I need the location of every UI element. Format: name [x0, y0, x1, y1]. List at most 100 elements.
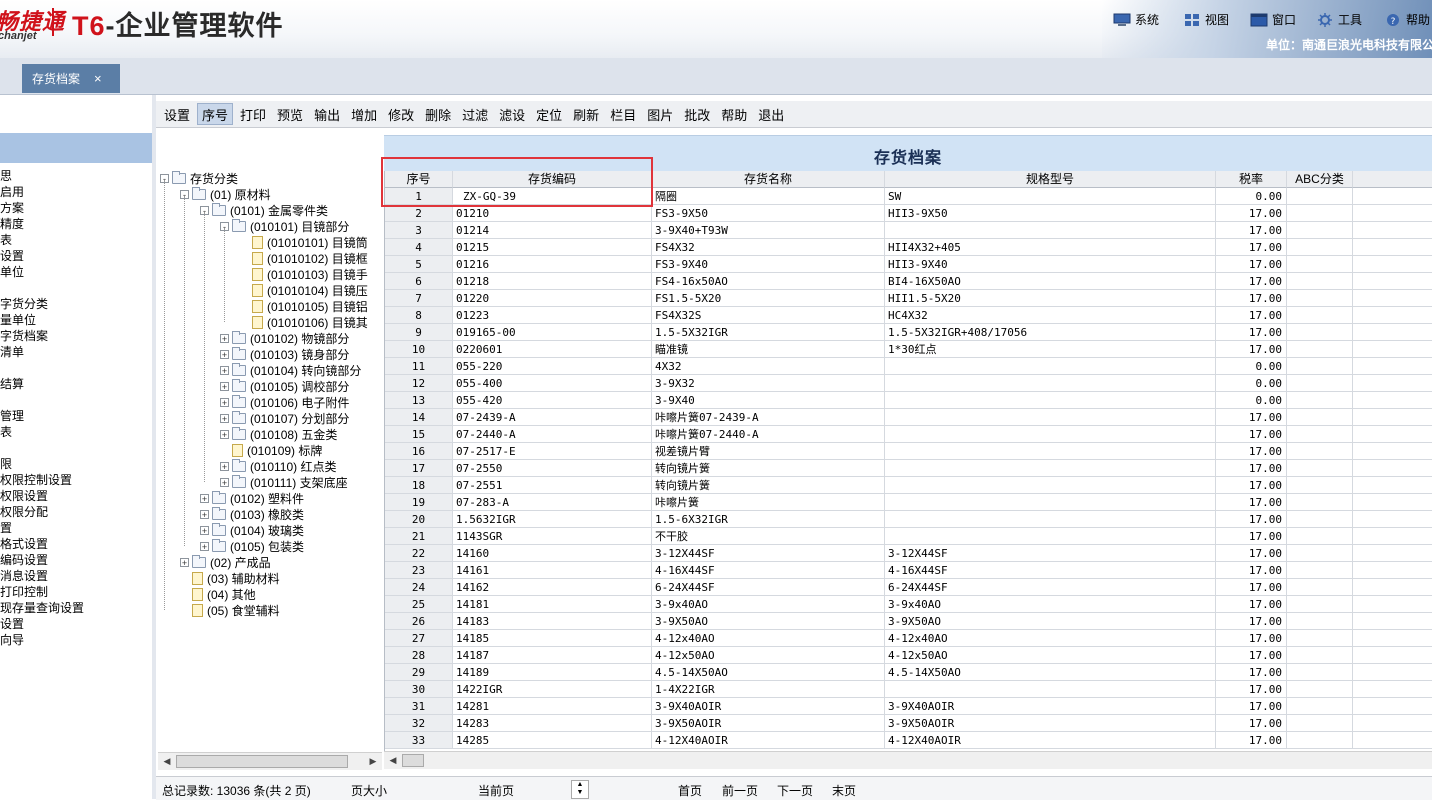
tree-node[interactable]: + (0104) 玻璃类	[200, 522, 304, 538]
table-row[interactable]: 31 14281 3-9X40AOIR 3-9X40AOIR 17.00	[385, 698, 1432, 715]
tree-node[interactable]: (01010104) 目镜压	[240, 282, 368, 298]
column-header[interactable]: 规格型号	[885, 171, 1216, 188]
toolbar-button[interactable]: 过滤	[458, 103, 492, 125]
table-row[interactable]: 10 0220601 瞄准镜 1*30红点 17.00	[385, 341, 1432, 358]
tree-node[interactable]: (04) 其他	[180, 586, 256, 602]
tree-node[interactable]: + (010105) 调校部分	[220, 378, 349, 394]
nav-item[interactable]: 结算	[0, 375, 24, 392]
table-row[interactable]: 25 14181 3-9x40AO 3-9x40AO 17.00	[385, 596, 1432, 613]
nav-item[interactable]: 消息设置	[0, 567, 48, 584]
menu-window[interactable]: 窗口	[1250, 11, 1296, 28]
expand-icon[interactable]: +	[220, 349, 229, 359]
nav-item[interactable]: 打印控制	[0, 583, 48, 600]
nav-item[interactable]: 设置	[0, 615, 24, 632]
menu-view[interactable]: 视图	[1183, 11, 1229, 28]
menu-help[interactable]: ? 帮助	[1384, 11, 1430, 28]
table-row[interactable]: 21 1143SGR 不干胶 17.00	[385, 528, 1432, 545]
tree-node[interactable]: (05) 食堂辅料	[180, 602, 280, 618]
nav-item[interactable]: 字货档案	[0, 327, 48, 344]
tree-node[interactable]: + (010111) 支架底座	[220, 474, 348, 490]
expand-icon[interactable]: +	[220, 381, 229, 391]
table-row[interactable]: 15 07-2440-A 咔嚓片簧07-2440-A 17.00	[385, 426, 1432, 443]
nav-item[interactable]: 限	[0, 455, 12, 472]
prev-page-button[interactable]: 前一页	[722, 782, 758, 799]
table-row[interactable]: 16 07-2517-E 视差镜片臂 17.00	[385, 443, 1432, 460]
nav-item[interactable]: 单位	[0, 263, 24, 280]
expand-icon[interactable]: +	[220, 429, 229, 439]
scroll-left-icon[interactable]: ◀	[160, 755, 174, 768]
panel-splitter[interactable]	[152, 95, 156, 799]
nav-item[interactable]: 管理	[0, 407, 24, 424]
tree-node[interactable]: - (0101) 金属零件类	[200, 202, 328, 218]
expand-icon[interactable]: +	[180, 557, 189, 567]
column-header[interactable]: 存货名称	[652, 171, 885, 188]
scroll-thumb[interactable]	[402, 754, 424, 767]
scroll-thumb[interactable]	[176, 755, 348, 768]
tree-node[interactable]: + (010104) 转向镜部分	[220, 362, 361, 378]
table-row[interactable]: 12 055-400 3-9X32 0.00	[385, 375, 1432, 392]
first-page-button[interactable]: 首页	[678, 782, 702, 799]
expand-icon[interactable]: +	[200, 525, 209, 535]
column-header[interactable]: 序号	[385, 171, 453, 188]
table-row[interactable]: 26 14183 3-9X50AO 3-9X50AO 17.00	[385, 613, 1432, 630]
tree-node[interactable]: + (010106) 电子附件	[220, 394, 349, 410]
toolbar-button[interactable]: 批改	[680, 103, 714, 125]
close-icon[interactable]: ×	[94, 71, 102, 86]
tree-node[interactable]: + (010108) 五金类	[220, 426, 337, 442]
expand-icon[interactable]: +	[200, 493, 209, 503]
tree-node[interactable]: + (0103) 橡胶类	[200, 506, 304, 522]
tree-node[interactable]: + (010103) 镜身部分	[220, 346, 349, 362]
table-row[interactable]: 20 1.5632IGR 1.5-6X32IGR 17.00	[385, 511, 1432, 528]
nav-item[interactable]: 编码设置	[0, 551, 48, 568]
table-row[interactable]: 14 07-2439-A 咔嚓片簧07-2439-A 17.00	[385, 409, 1432, 426]
tree-node[interactable]: (010109) 标牌	[220, 442, 322, 458]
table-row[interactable]: 32 14283 3-9X50AOIR 3-9X50AOIR 17.00	[385, 715, 1432, 732]
nav-item[interactable]: 启用	[0, 183, 24, 200]
tree-node[interactable]: - (010101) 目镜部分	[220, 218, 349, 234]
nav-item[interactable]: 权限控制设置	[0, 471, 72, 488]
table-row[interactable]: 9 019165-00 1.5-5X32IGR 1.5-5X32IGR+408/170…	[385, 324, 1432, 341]
toolbar-button[interactable]: 定位	[532, 103, 566, 125]
nav-item[interactable]: 权限分配	[0, 503, 48, 520]
menu-tools[interactable]: 工具	[1316, 11, 1362, 28]
next-page-button[interactable]: 下一页	[777, 782, 813, 799]
table-row[interactable]: 2 01210 FS3-9X50 HII3-9X50 17.00	[385, 205, 1432, 222]
tree-node[interactable]: (01010105) 目镜铝	[240, 298, 368, 314]
tree-node[interactable]: (01010106) 目镜其	[240, 314, 368, 330]
toolbar-button[interactable]: 滤设	[495, 103, 529, 125]
table-row[interactable]: 8 01223 FS4X32S HC4X32 17.00	[385, 307, 1432, 324]
tree-node[interactable]: - (01) 原材料	[180, 186, 271, 202]
scroll-left-icon[interactable]: ◀	[386, 754, 400, 767]
nav-item[interactable]: 向导	[0, 631, 24, 648]
nav-item[interactable]: 思	[0, 167, 12, 184]
nav-item[interactable]: 权限设置	[0, 487, 48, 504]
toolbar-button[interactable]: 打印	[236, 103, 270, 125]
toolbar-button[interactable]: 栏目	[606, 103, 640, 125]
page-size-label[interactable]: 页大小	[351, 782, 387, 799]
tree-node[interactable]: (01010102) 目镜框	[240, 250, 368, 266]
tree-horizontal-scrollbar[interactable]: ◀ ▶	[158, 752, 382, 770]
nav-item[interactable]: 字货分类	[0, 295, 48, 312]
table-row[interactable]: 24 14162 6-24X44SF 6-24X44SF 17.00	[385, 579, 1432, 596]
tree-root[interactable]: - 存货分类	[160, 170, 238, 186]
table-row[interactable]: 6 01218 FS4-16x50AO BI4-16X50AO 17.00	[385, 273, 1432, 290]
menu-system[interactable]: 系统	[1113, 11, 1159, 28]
table-row[interactable]: 29 14189 4.5-14X50AO 4.5-14X50AO 17.00	[385, 664, 1432, 681]
expand-icon[interactable]: +	[220, 365, 229, 375]
toolbar-button[interactable]: 删除	[421, 103, 455, 125]
table-row[interactable]: 5 01216 FS3-9X40 HII3-9X40 17.00	[385, 256, 1432, 273]
tree-node[interactable]: (01010101) 目镜筒	[240, 234, 368, 250]
table-row[interactable]: 28 14187 4-12x50AO 4-12x50AO 17.00	[385, 647, 1432, 664]
table-row[interactable]: 33 14285 4-12X40AOIR 4-12X40AOIR 17.00	[385, 732, 1432, 749]
table-row[interactable]: 3 01214 3-9X40+T93W 17.00	[385, 222, 1432, 239]
nav-item[interactable]: 格式设置	[0, 535, 48, 552]
table-row[interactable]: 30 1422IGR 1-4X22IGR 17.00	[385, 681, 1432, 698]
column-header[interactable]: 税率	[1216, 171, 1287, 188]
toolbar-button[interactable]: 预览	[273, 103, 307, 125]
table-row[interactable]: 19 07-283-A 咔嚓片簧 17.00	[385, 494, 1432, 511]
tab-inventory-archive[interactable]: 存货档案 ×	[22, 64, 120, 93]
nav-item[interactable]: 精度	[0, 215, 24, 232]
table-row[interactable]: 22 14160 3-12X44SF 3-12X44SF 17.00	[385, 545, 1432, 562]
tree-node[interactable]: + (0105) 包装类	[200, 538, 304, 554]
nav-item[interactable]: 量单位	[0, 311, 36, 328]
